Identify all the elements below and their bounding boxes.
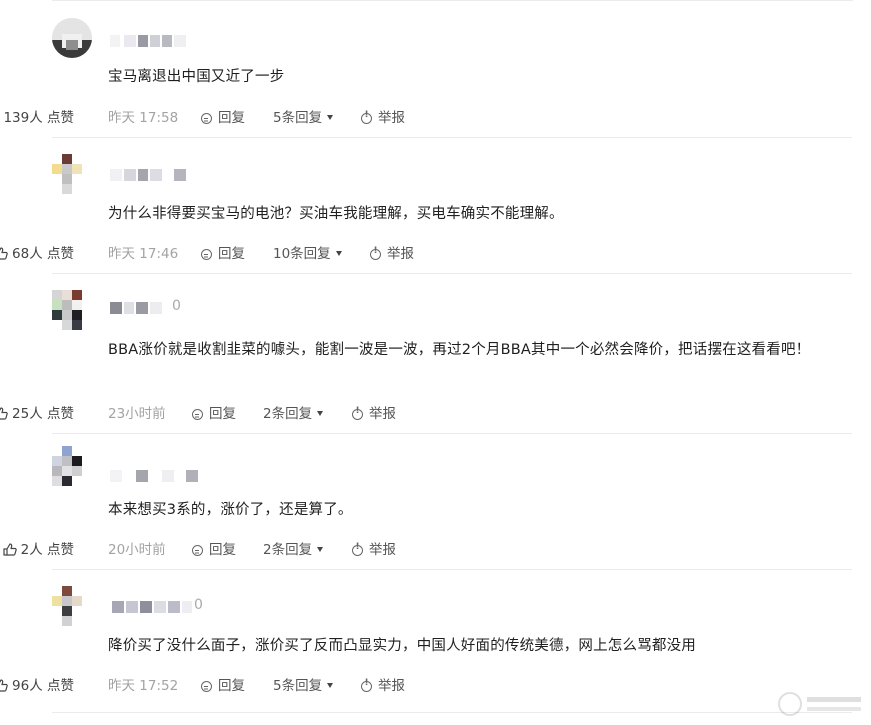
- username-tail: 0: [172, 298, 181, 314]
- reply-label: 回复: [209, 542, 236, 558]
- username-blurred[interactable]: [110, 168, 190, 182]
- caret-down-icon: [327, 683, 334, 688]
- comment-text: BBA涨价就是收割韭菜的噱头，能割一波是一波，再过2个月BBA其中一个必然会降价…: [108, 342, 811, 358]
- reply-button[interactable]: 回复: [201, 674, 245, 694]
- replies-toggle[interactable]: 2条回复: [263, 538, 324, 558]
- reply-label: 回复: [209, 406, 236, 422]
- comment-divider: [52, 273, 852, 274]
- reply-button[interactable]: 回复: [192, 402, 236, 422]
- username-blurred[interactable]: [110, 469, 200, 483]
- report-label: 举报: [378, 678, 405, 694]
- comment-divider: [52, 569, 852, 570]
- report-alert-icon: [370, 246, 381, 260]
- like-count: 139人 点赞: [3, 110, 74, 126]
- like-count: 2人 点赞: [20, 542, 74, 558]
- comment-divider: [52, 712, 852, 713]
- thumbs-up-icon: [0, 679, 8, 692]
- reply-bubble-icon: [192, 409, 203, 420]
- reply-bubble-icon: [201, 113, 212, 124]
- report-alert-icon: [352, 542, 363, 556]
- reply-button[interactable]: 回复: [201, 242, 245, 262]
- report-alert-icon: [361, 678, 372, 692]
- like-count: 96人 点赞: [12, 678, 74, 694]
- comment-text: 本来想买3系的，涨价了，还是算了。: [108, 502, 353, 518]
- report-label: 举报: [387, 246, 414, 262]
- report-alert-icon: [352, 406, 363, 420]
- comment-time: 20小时前: [108, 542, 166, 558]
- thumbs-up-icon: [0, 247, 8, 260]
- username-blurred[interactable]: [112, 600, 192, 614]
- avatar[interactable]: [52, 586, 92, 626]
- caret-down-icon: [317, 547, 324, 552]
- avatar[interactable]: [52, 18, 92, 58]
- reply-bubble-icon: [192, 545, 203, 556]
- report-button[interactable]: 举报: [352, 538, 396, 558]
- like-button[interactable]: 96人 点赞: [0, 674, 74, 694]
- report-button[interactable]: 举报: [370, 242, 414, 262]
- replies-count: 10条回复: [273, 246, 331, 262]
- caret-down-icon: [317, 411, 324, 416]
- reply-label: 回复: [218, 246, 245, 262]
- thumbs-up-icon: [3, 543, 17, 556]
- username-blurred[interactable]: [110, 34, 190, 48]
- report-label: 举报: [369, 406, 396, 422]
- reply-bubble-icon: [201, 681, 212, 692]
- comment-time: 昨天 17:52: [108, 678, 179, 694]
- caret-down-icon: [335, 251, 342, 256]
- replies-toggle[interactable]: 5条回复: [273, 674, 334, 694]
- replies-count: 5条回复: [273, 678, 323, 694]
- thumbs-up-icon: [0, 407, 8, 420]
- reply-button[interactable]: 回复: [192, 538, 236, 558]
- like-button[interactable]: 68人 点赞: [0, 242, 74, 262]
- like-count: 68人 点赞: [12, 246, 74, 262]
- report-button[interactable]: 举报: [361, 106, 405, 126]
- comment-list: 宝马离退出中国又近了一步 昨天 17:58 回复 5条回复 举报 139人 点赞: [0, 0, 871, 725]
- replies-count: 2条回复: [263, 406, 313, 422]
- like-button[interactable]: 25人 点赞: [0, 402, 74, 422]
- username-blurred[interactable]: [110, 301, 170, 315]
- username-tail: 0: [194, 597, 203, 613]
- caret-down-icon: [327, 115, 334, 120]
- replies-count: 2条回复: [263, 542, 313, 558]
- like-count: 25人 点赞: [12, 406, 74, 422]
- replies-toggle[interactable]: 5条回复: [273, 106, 334, 126]
- comment-time: 昨天 17:58: [108, 110, 179, 126]
- report-label: 举报: [378, 110, 405, 126]
- comment-divider: [52, 137, 852, 138]
- replies-count: 5条回复: [273, 110, 323, 126]
- report-button[interactable]: 举报: [361, 674, 405, 694]
- report-alert-icon: [361, 110, 372, 124]
- like-button[interactable]: 139人 点赞: [0, 106, 74, 126]
- report-label: 举报: [369, 542, 396, 558]
- comment-divider: [52, 433, 852, 434]
- report-button[interactable]: 举报: [352, 402, 396, 422]
- reply-label: 回复: [218, 110, 245, 126]
- comment-text: 宝马离退出中国又近了一步: [108, 69, 285, 85]
- reply-button[interactable]: 回复: [201, 106, 245, 126]
- avatar-image: [52, 18, 92, 58]
- comment-text: 降价买了没什么面子，涨价买了反而凸显实力，中国人好面的传统美德，网上怎么骂都没用: [108, 638, 696, 654]
- like-button[interactable]: 2人 点赞: [3, 538, 74, 558]
- comment-time: 昨天 17:46: [108, 246, 179, 262]
- avatar[interactable]: [52, 290, 92, 330]
- reply-bubble-icon: [201, 249, 212, 260]
- avatar[interactable]: [52, 446, 92, 486]
- reply-label: 回复: [218, 678, 245, 694]
- comment-text: 为什么非得要买宝马的电池？买油车我能理解，买电车确实不能理解。: [108, 206, 564, 222]
- avatar[interactable]: [52, 154, 92, 194]
- watermark-logo: [778, 692, 861, 716]
- replies-toggle[interactable]: 2条回复: [263, 402, 324, 422]
- replies-toggle[interactable]: 10条回复: [273, 242, 342, 262]
- comment-time: 23小时前: [108, 406, 166, 422]
